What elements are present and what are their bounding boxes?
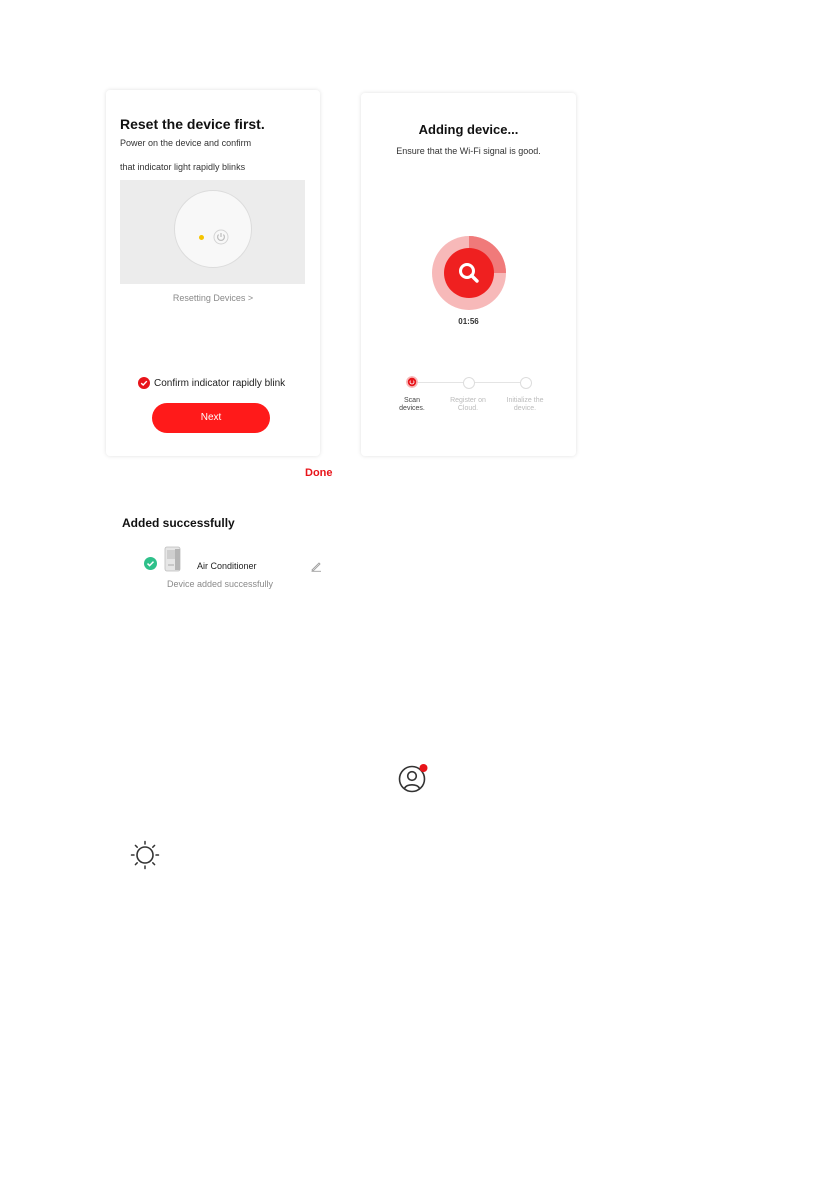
reset-illustration [120, 180, 305, 284]
device-closeup [174, 190, 252, 268]
reset-title: Reset the device first. [120, 116, 265, 132]
step-initialize-label-line2: device. [513, 405, 537, 412]
step-scan-label-line2: devices. [399, 405, 425, 412]
resetting-devices-link[interactable]: Resetting Devices > [106, 293, 320, 303]
reset-instruction-line1: Power on the device and confirm [120, 138, 252, 148]
step-register-label-line2: Cloud. [457, 405, 479, 412]
notification-dot [419, 764, 428, 772]
countdown-timer: 01:56 [458, 317, 479, 326]
edit-icon[interactable] [310, 560, 322, 572]
next-button[interactable]: Next [152, 403, 270, 433]
profile-icon[interactable] [397, 763, 429, 793]
added-successfully-title: Added successfully [122, 516, 235, 530]
step-scan-indicator [406, 376, 418, 388]
step-initialize-label-line1: Initialize the [506, 397, 544, 404]
power-icon [213, 229, 229, 245]
adding-subtitle: Ensure that the Wi-Fi signal is good. [396, 146, 541, 156]
step-register-label-line1: Register on [450, 397, 486, 404]
confirm-blink-checkbox[interactable]: Confirm indicator rapidly blink [138, 376, 285, 390]
device-status: Device added successfully [167, 579, 274, 589]
indicator-light [199, 235, 204, 240]
step-scan-label: Scan devices. [384, 397, 440, 413]
step-register-label: Register on Cloud. [440, 397, 496, 413]
reset-device-card: Reset the device first. Power on the dev… [106, 90, 320, 456]
step-register-indicator [463, 377, 475, 389]
brightness-icon [130, 840, 160, 870]
step-initialize-label: Initialize the device. [497, 397, 553, 413]
success-check-icon [144, 557, 157, 570]
scanning-indicator [432, 236, 506, 310]
checked-icon [138, 377, 150, 389]
step-initialize-indicator [520, 377, 532, 389]
air-conditioner-image [164, 546, 181, 572]
device-name: Air Conditioner [197, 561, 257, 571]
step-scan-label-line1: Scan [404, 397, 420, 404]
adding-title: Adding device... [418, 122, 519, 137]
adding-device-card: Adding device... Ensure that the Wi-Fi s… [361, 93, 576, 456]
done-button[interactable]: Done [305, 467, 333, 479]
reset-instruction-line2: that indicator light rapidly blinks [120, 162, 246, 172]
confirm-blink-label: Confirm indicator rapidly blink [154, 377, 286, 389]
